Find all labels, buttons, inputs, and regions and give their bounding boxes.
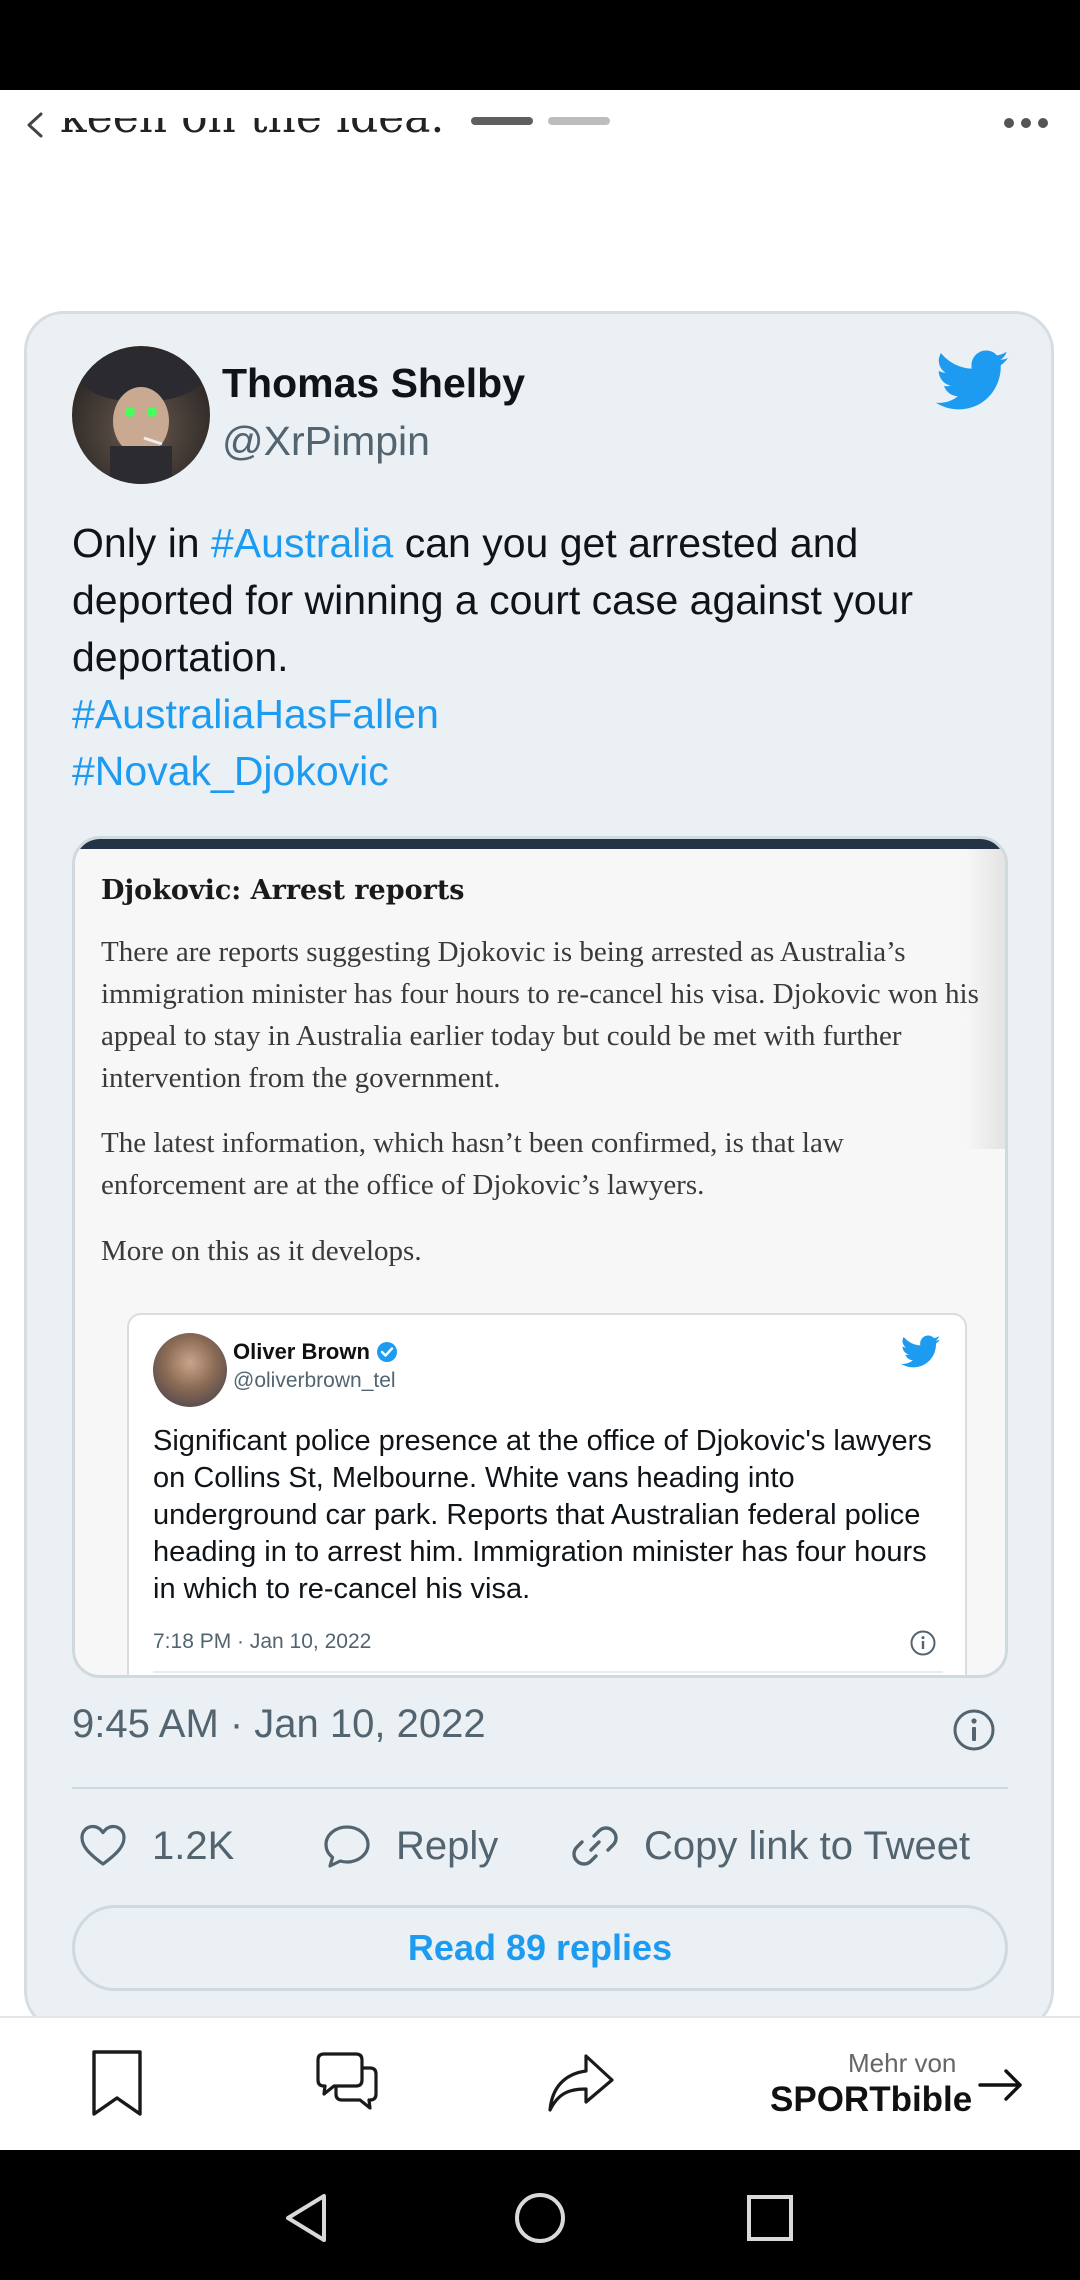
quoted-divider [153,1671,943,1673]
tweet-timestamp[interactable]: 9:45 AM · Jan 10, 2022 [72,1702,486,1747]
quoted-author-handle: @oliverbrown_tel [233,1369,396,1392]
quoted-avatar [153,1333,227,1407]
share-icon[interactable] [544,2046,618,2120]
article-title: Djokovic: Arrest reports [101,875,465,906]
quoted-tweet-timestamp: 7:18 PM · Jan 10, 2022 [153,1630,372,1653]
article-paragraph-3: More on this as it develops. [101,1235,422,1267]
article-paragraph-2: The latest information, which hasn’t bee… [101,1127,844,1201]
embedded-image[interactable]: Djokovic: Arrest reports There are repor… [72,836,1008,1678]
hashtag-novak-djokovic[interactable]: #Novak_Djokovic [72,748,389,794]
copy-link-label: Copy link to Tweet [644,1823,971,1868]
page-indicator-active [471,117,533,125]
status-bar [0,0,1080,90]
quoted-tweet-card: Oliver Brown @oliverbrown_tel Significan… [127,1313,967,1675]
nav-back-icon[interactable] [280,2190,336,2246]
author-handle[interactable]: @XrPimpin [222,418,430,465]
quoted-author-name: Oliver Brown [233,1339,370,1364]
twitter-bird-icon [901,1335,941,1368]
nav-recent-icon[interactable] [742,2190,798,2246]
embed-top-bar [75,839,1005,849]
reply-button[interactable]: Reply [320,1818,498,1874]
source-brand[interactable]: SPORTbible [770,2080,972,2120]
tweet-text-before: Only in [72,520,211,566]
tweet-divider [72,1787,1008,1789]
page-indicator-inactive [548,117,610,125]
hashtag-australiahasfallen[interactable]: #AustraliaHasFallen [72,691,439,737]
hashtag-australia[interactable]: #Australia [211,520,393,566]
reply-label: Reply [396,1823,499,1868]
heart-icon [80,1824,126,1866]
info-icon [910,1630,936,1656]
verified-icon [376,1342,397,1362]
read-replies-button[interactable]: Read 89 replies [72,1905,1008,1991]
info-icon[interactable] [950,1706,998,1754]
link-icon [572,1826,618,1866]
more-icon[interactable] [996,108,1056,138]
reply-icon [324,1825,370,1868]
quoted-tweet-text: Significant police presence at the offic… [153,1425,932,1605]
author-name[interactable]: Thomas Shelby [222,360,525,407]
bookmark-icon[interactable] [80,2046,154,2120]
like-button[interactable]: 1.2K [76,1818,234,1874]
clipped-article-text: keen on the idea. [60,118,760,164]
tweet-text: Only in #Australia can you get arrested … [72,515,1012,800]
article-paragraph-1: There are reports suggesting Djokovic is… [101,936,979,1094]
back-icon[interactable] [10,100,60,150]
twitter-bird-icon [936,350,1009,410]
mehr-von-label[interactable]: Mehr von [848,2048,956,2079]
like-count: 1.2K [152,1823,235,1868]
quoted-author-name-row: Oliver Brown [233,1339,398,1365]
nav-home-icon[interactable] [512,2190,568,2246]
arrow-right-icon[interactable] [976,2060,1026,2110]
avatar[interactable] [72,346,210,484]
copy-link-button[interactable]: Copy link to Tweet [568,1818,970,1874]
comments-icon[interactable] [310,2046,384,2120]
